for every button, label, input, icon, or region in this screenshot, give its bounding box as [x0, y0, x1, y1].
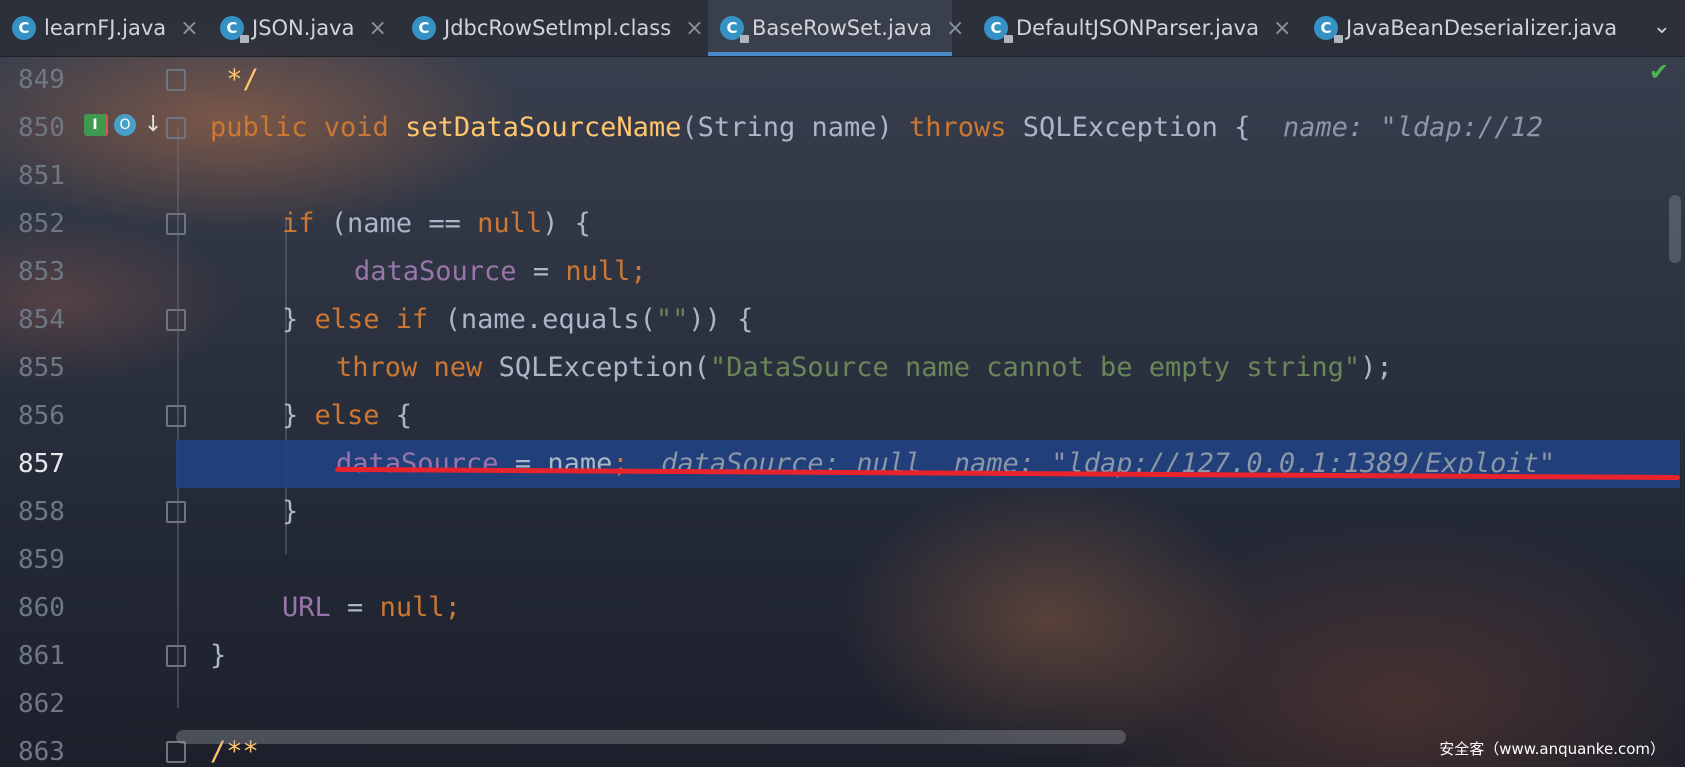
overrides-marker-icon[interactable]: O	[114, 113, 136, 136]
code-text: dataSource = null;	[354, 256, 647, 287]
close-icon[interactable]: ×	[180, 16, 198, 41]
code-line: 855 throw new SQLException("DataSource n…	[0, 344, 1685, 392]
line-number: 860	[18, 593, 65, 623]
code-line: 860 URL = null;	[0, 584, 1685, 632]
close-icon[interactable]: ×	[685, 16, 703, 41]
code-text: public void setDataSourceName(String nam…	[210, 112, 1543, 143]
line-number: 856	[18, 401, 65, 431]
fold-marker-icon[interactable]	[166, 309, 186, 331]
code-line: 854 } else if (name.equals("")) {	[0, 296, 1685, 344]
lock-icon	[1004, 35, 1013, 43]
tab-label: BaseRowSet.java	[752, 16, 932, 40]
code-line: 850 I O ↓ public void setDataSourceName(…	[0, 104, 1685, 152]
line-number: 851	[18, 161, 65, 191]
down-arrow-icon: ↓	[144, 112, 163, 137]
inline-debug-hint: name: "ldap://12	[1250, 112, 1543, 143]
line-number: 862	[18, 689, 65, 719]
tab-label: JavaBeanDeserializer.java	[1346, 16, 1618, 40]
lock-icon	[240, 35, 249, 43]
tab-learnfj[interactable]: C learnFJ.java ×	[12, 0, 199, 56]
editor-tab-bar: C learnFJ.java × C JSON.java × C JdbcRow…	[0, 0, 1685, 57]
line-number: 850	[18, 113, 65, 143]
comment-text: */	[210, 64, 259, 95]
code-line: 851	[0, 152, 1685, 200]
tab-label: DefaultJSONParser.java	[1016, 16, 1259, 40]
code-text: }	[282, 496, 299, 527]
watermark: 安全客（www.anquanke.com）	[1439, 740, 1665, 758]
tab-jdbcrowsetimpl[interactable]: C JdbcRowSetImpl.class ×	[412, 0, 704, 56]
code-line: 862	[0, 680, 1685, 728]
horizontal-scrollbar-thumb[interactable]	[176, 730, 1126, 744]
fold-marker-icon[interactable]	[166, 501, 186, 523]
line-number: 854	[18, 305, 65, 335]
close-icon[interactable]: ×	[368, 16, 386, 41]
code-line: 858 }	[0, 488, 1685, 536]
java-class-readonly-icon: C	[220, 16, 249, 43]
fold-marker-icon[interactable]	[166, 117, 186, 139]
fold-marker-icon[interactable]	[166, 741, 186, 763]
tabs-more-chevron-icon[interactable]: ⌄	[1653, 14, 1671, 39]
vertical-scrollbar-thumb[interactable]	[1669, 195, 1681, 263]
code-line-current-execution: 857 dataSource = name; dataSource: null …	[0, 440, 1685, 488]
tab-label: JdbcRowSetImpl.class	[444, 16, 672, 40]
code-line: 849 */	[0, 56, 1685, 104]
code-text: } else if (name.equals("")) {	[282, 304, 754, 335]
close-icon[interactable]: ×	[1273, 16, 1291, 41]
line-number: 859	[18, 545, 65, 575]
java-class-icon: C	[412, 16, 436, 40]
implements-marker-icon[interactable]: I	[84, 113, 106, 136]
fold-marker-icon[interactable]	[166, 213, 186, 235]
tab-javabeandeserializer[interactable]: C JavaBeanDeserializer.java	[1314, 0, 1617, 56]
java-class-readonly-icon: C	[984, 16, 1013, 43]
java-class-readonly-icon: C	[720, 16, 749, 43]
ide-window: C learnFJ.java × C JSON.java × C JdbcRow…	[0, 0, 1685, 767]
java-class-icon: C	[12, 16, 36, 40]
fold-marker-icon[interactable]	[166, 69, 186, 91]
tab-defaultjsonparser[interactable]: C DefaultJSONParser.java ×	[984, 0, 1291, 56]
fold-marker-icon[interactable]	[166, 405, 186, 427]
line-number: 857	[18, 449, 65, 479]
code-text: URL = null;	[282, 592, 461, 623]
code-text: }	[210, 640, 227, 671]
code-line: 853 dataSource = null;	[0, 248, 1685, 296]
code-line: 859	[0, 536, 1685, 584]
tab-label: learnFJ.java	[44, 16, 167, 40]
code-line: 856 } else {	[0, 392, 1685, 440]
tab-json[interactable]: C JSON.java ×	[220, 0, 387, 56]
code-line: 852 if (name == null) {	[0, 200, 1685, 248]
line-number: 863	[18, 737, 65, 767]
code-text: if (name == null) {	[282, 208, 591, 239]
lock-icon	[740, 35, 749, 43]
code-line: 861 }	[0, 632, 1685, 680]
java-class-readonly-icon: C	[1314, 16, 1343, 43]
code-editor[interactable]: 849 */ 850 I O ↓ public void setDataSour…	[0, 56, 1685, 767]
tab-label: JSON.java	[252, 16, 355, 40]
fold-marker-icon[interactable]	[166, 645, 186, 667]
tab-baserowset[interactable]: C BaseRowSet.java ×	[708, 0, 964, 56]
code-text: throw new SQLException("DataSource name …	[336, 352, 1393, 383]
close-icon[interactable]: ×	[946, 16, 964, 41]
gutter-markers: I O ↓	[84, 112, 162, 137]
line-number: 849	[18, 65, 65, 95]
line-number: 858	[18, 497, 65, 527]
lock-icon	[1334, 35, 1343, 43]
inspection-ok-icon[interactable]: ✔	[1649, 58, 1669, 86]
line-number: 861	[18, 641, 65, 671]
line-number: 855	[18, 353, 65, 383]
line-number: 852	[18, 209, 65, 239]
code-text: } else {	[282, 400, 413, 431]
line-number: 853	[18, 257, 65, 287]
